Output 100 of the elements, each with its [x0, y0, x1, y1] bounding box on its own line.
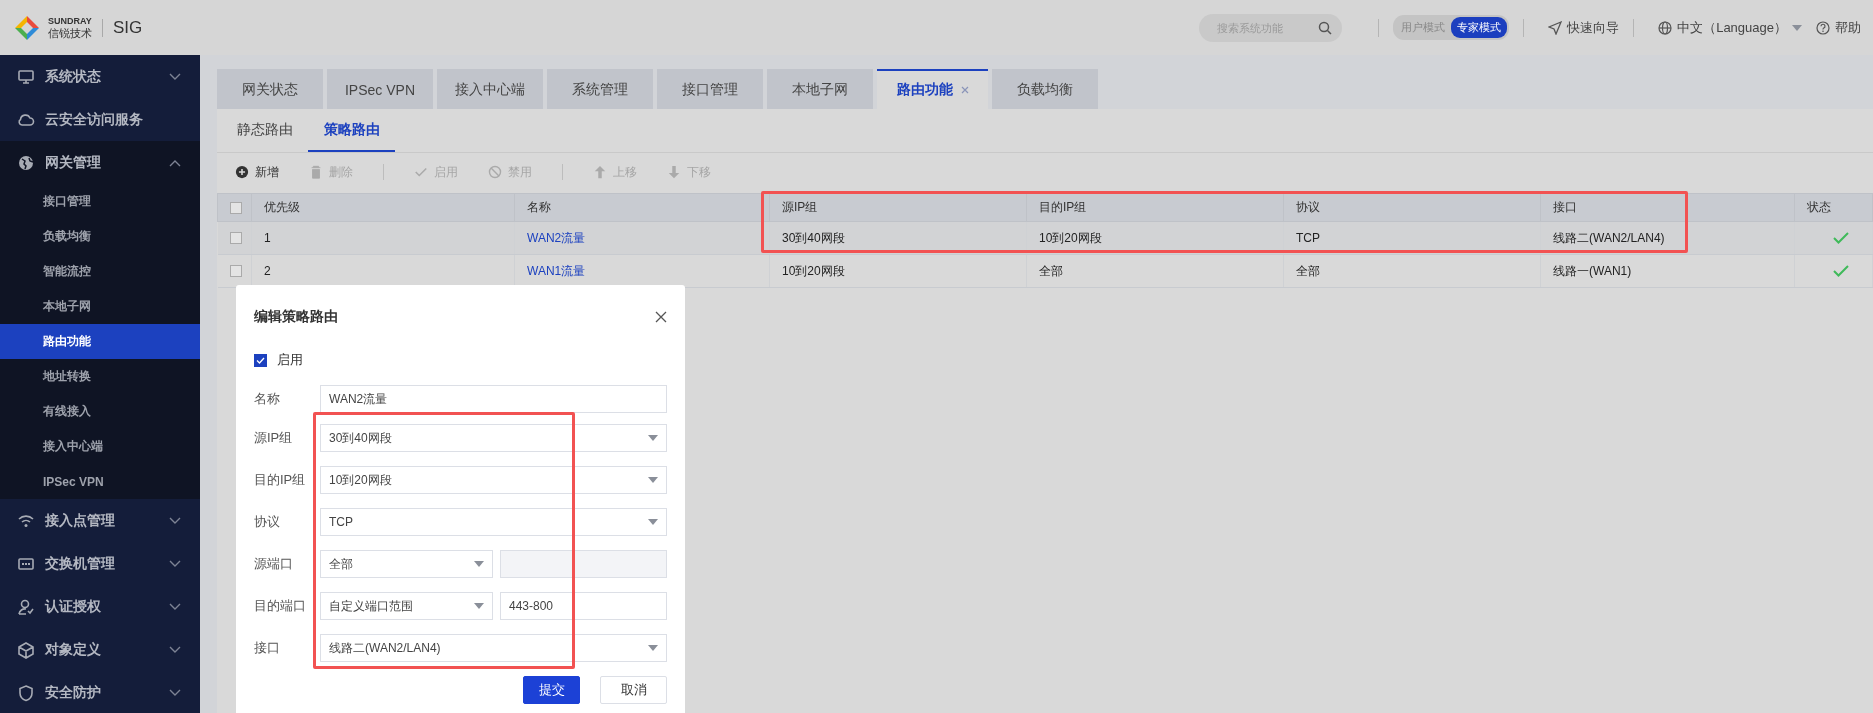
sidebar-label: 接入点管理: [45, 511, 116, 530]
column-header: 名称: [514, 193, 770, 222]
input-field[interactable]: WAN2流量: [320, 385, 667, 413]
checkbox-label: 启用: [277, 351, 303, 369]
send-icon: [1548, 20, 1563, 35]
close-icon[interactable]: [655, 311, 667, 323]
tab[interactable]: 本地子网: [767, 69, 873, 109]
arrow-down-icon: [667, 165, 681, 179]
table-cell: 10到20网段: [1039, 230, 1102, 245]
select-field[interactable]: 自定义端口范围: [320, 592, 493, 620]
select-field[interactable]: 30到40网段: [320, 424, 667, 452]
table-cell: 30到40网段: [782, 230, 845, 245]
checkbox[interactable]: [230, 201, 242, 214]
plus-circle-icon: [235, 165, 249, 179]
table-cell: 全部: [1039, 263, 1063, 278]
submit-button[interactable]: 提交: [523, 676, 580, 704]
subtab[interactable]: 静态路由: [221, 109, 308, 152]
checkbox[interactable]: [229, 232, 242, 244]
sidebar-subitem[interactable]: 路由功能: [0, 324, 200, 359]
help-icon: [1816, 20, 1830, 35]
sidebar-subitem[interactable]: IPSec VPN: [0, 464, 200, 499]
quick-guide-link[interactable]: 快速向导: [1548, 18, 1620, 37]
sidebar-subitem[interactable]: 智能流控: [0, 254, 200, 289]
sidebar-subitem[interactable]: 接口管理: [0, 184, 200, 219]
field-label: 协议: [254, 513, 281, 531]
tab[interactable]: IPSec VPN: [327, 69, 433, 109]
name-link[interactable]: WAN1流量: [527, 263, 586, 278]
field-label: 源端口: [254, 555, 294, 573]
sidebar-item[interactable]: 接入点管理: [0, 499, 200, 542]
sidebar-subitem[interactable]: 本地子网: [0, 289, 200, 324]
sidebar-item[interactable]: 系统状态: [0, 55, 200, 98]
globe-icon: [17, 153, 35, 172]
product-name: SIG: [113, 17, 143, 38]
field-label: 目的IP组: [254, 471, 307, 489]
sidebar-subitem[interactable]: 有线接入: [0, 394, 200, 429]
sidebar-label: 云安全访问服务: [45, 110, 144, 129]
column-header: 优先级: [251, 193, 515, 222]
caret-icon: [1792, 24, 1802, 31]
subtab[interactable]: 策略路由: [308, 109, 395, 152]
name-link[interactable]: WAN2流量: [527, 230, 586, 245]
sidebar-item[interactable]: 认证授权: [0, 585, 200, 628]
checkbox[interactable]: [229, 265, 242, 277]
sidebar-item[interactable]: 云安全访问服务: [0, 98, 200, 141]
select-field[interactable]: 全部: [320, 550, 493, 578]
mode-option[interactable]: 专家模式: [1451, 17, 1508, 38]
column-header: 接口: [1540, 193, 1795, 222]
column-header: 协议: [1283, 193, 1541, 222]
help-link[interactable]: 帮助: [1816, 18, 1861, 37]
sidebar-subitem[interactable]: 负载均衡: [0, 219, 200, 254]
caret-icon: [648, 435, 658, 441]
sidebar-label: 安全防护: [45, 683, 102, 702]
chevron-down-icon: [169, 72, 181, 81]
arrow-up-icon: [593, 165, 607, 179]
sidebar-label: 系统状态: [45, 67, 102, 86]
field-label: 目的端口: [254, 597, 307, 615]
toolbar-button[interactable]: 新增: [235, 163, 279, 181]
input-field[interactable]: 443-800: [500, 592, 667, 620]
caret-icon: [648, 477, 658, 483]
field-label: 名称: [254, 390, 281, 408]
sidebar-item[interactable]: 安全防护: [0, 671, 200, 713]
sidebar-item[interactable]: 网关管理: [0, 141, 200, 184]
cube-icon: [17, 640, 35, 659]
user-icon: [17, 597, 35, 616]
search-icon: [1318, 20, 1333, 35]
tab[interactable]: 接口管理: [657, 69, 763, 109]
sidebar-item[interactable]: 对象定义: [0, 628, 200, 671]
chevron-down-icon: [169, 688, 181, 697]
select-field[interactable]: TCP: [320, 508, 667, 536]
language-menu[interactable]: 中文（Language）: [1658, 18, 1802, 37]
check-icon: [414, 165, 428, 179]
caret-icon: [648, 519, 658, 525]
tab[interactable]: 路由功能: [877, 69, 988, 109]
field-label: 源IP组: [254, 429, 294, 447]
tab[interactable]: 接入中心端: [437, 69, 543, 109]
sidebar-label: 交换机管理: [45, 554, 116, 573]
column-header: 状态: [1794, 193, 1873, 222]
ban-icon: [488, 165, 502, 179]
sidebar-subitem[interactable]: 地址转换: [0, 359, 200, 394]
sidebar-subitem[interactable]: 接入中心端: [0, 429, 200, 464]
table-cell: 全部: [1296, 263, 1320, 278]
caret-icon: [648, 645, 658, 651]
shield-icon: [17, 683, 35, 702]
chevron-down-icon: [169, 516, 181, 525]
sidebar-label: 网关管理: [45, 153, 102, 172]
column-header: 源IP组: [769, 193, 1027, 222]
tab[interactable]: 系统管理: [547, 69, 653, 109]
select-field[interactable]: 10到20网段: [320, 466, 667, 494]
sidebar-label: 认证授权: [45, 597, 102, 616]
dialog-title: 编辑策略路由: [254, 308, 338, 326]
brand-subtitle: 信锐技术: [48, 27, 92, 39]
trash-icon: [309, 165, 323, 179]
tab[interactable]: 负载均衡: [992, 69, 1098, 109]
sidebar-item[interactable]: 交换机管理: [0, 542, 200, 585]
checkbox[interactable]: [254, 353, 267, 367]
select-field[interactable]: 线路二(WAN2/LAN4): [320, 634, 667, 662]
tab[interactable]: 网关状态: [217, 69, 323, 109]
chevron-down-icon: [169, 559, 181, 568]
table-cell: 2: [264, 264, 271, 278]
cancel-button[interactable]: 取消: [600, 676, 667, 704]
monitor-icon: [17, 67, 35, 86]
